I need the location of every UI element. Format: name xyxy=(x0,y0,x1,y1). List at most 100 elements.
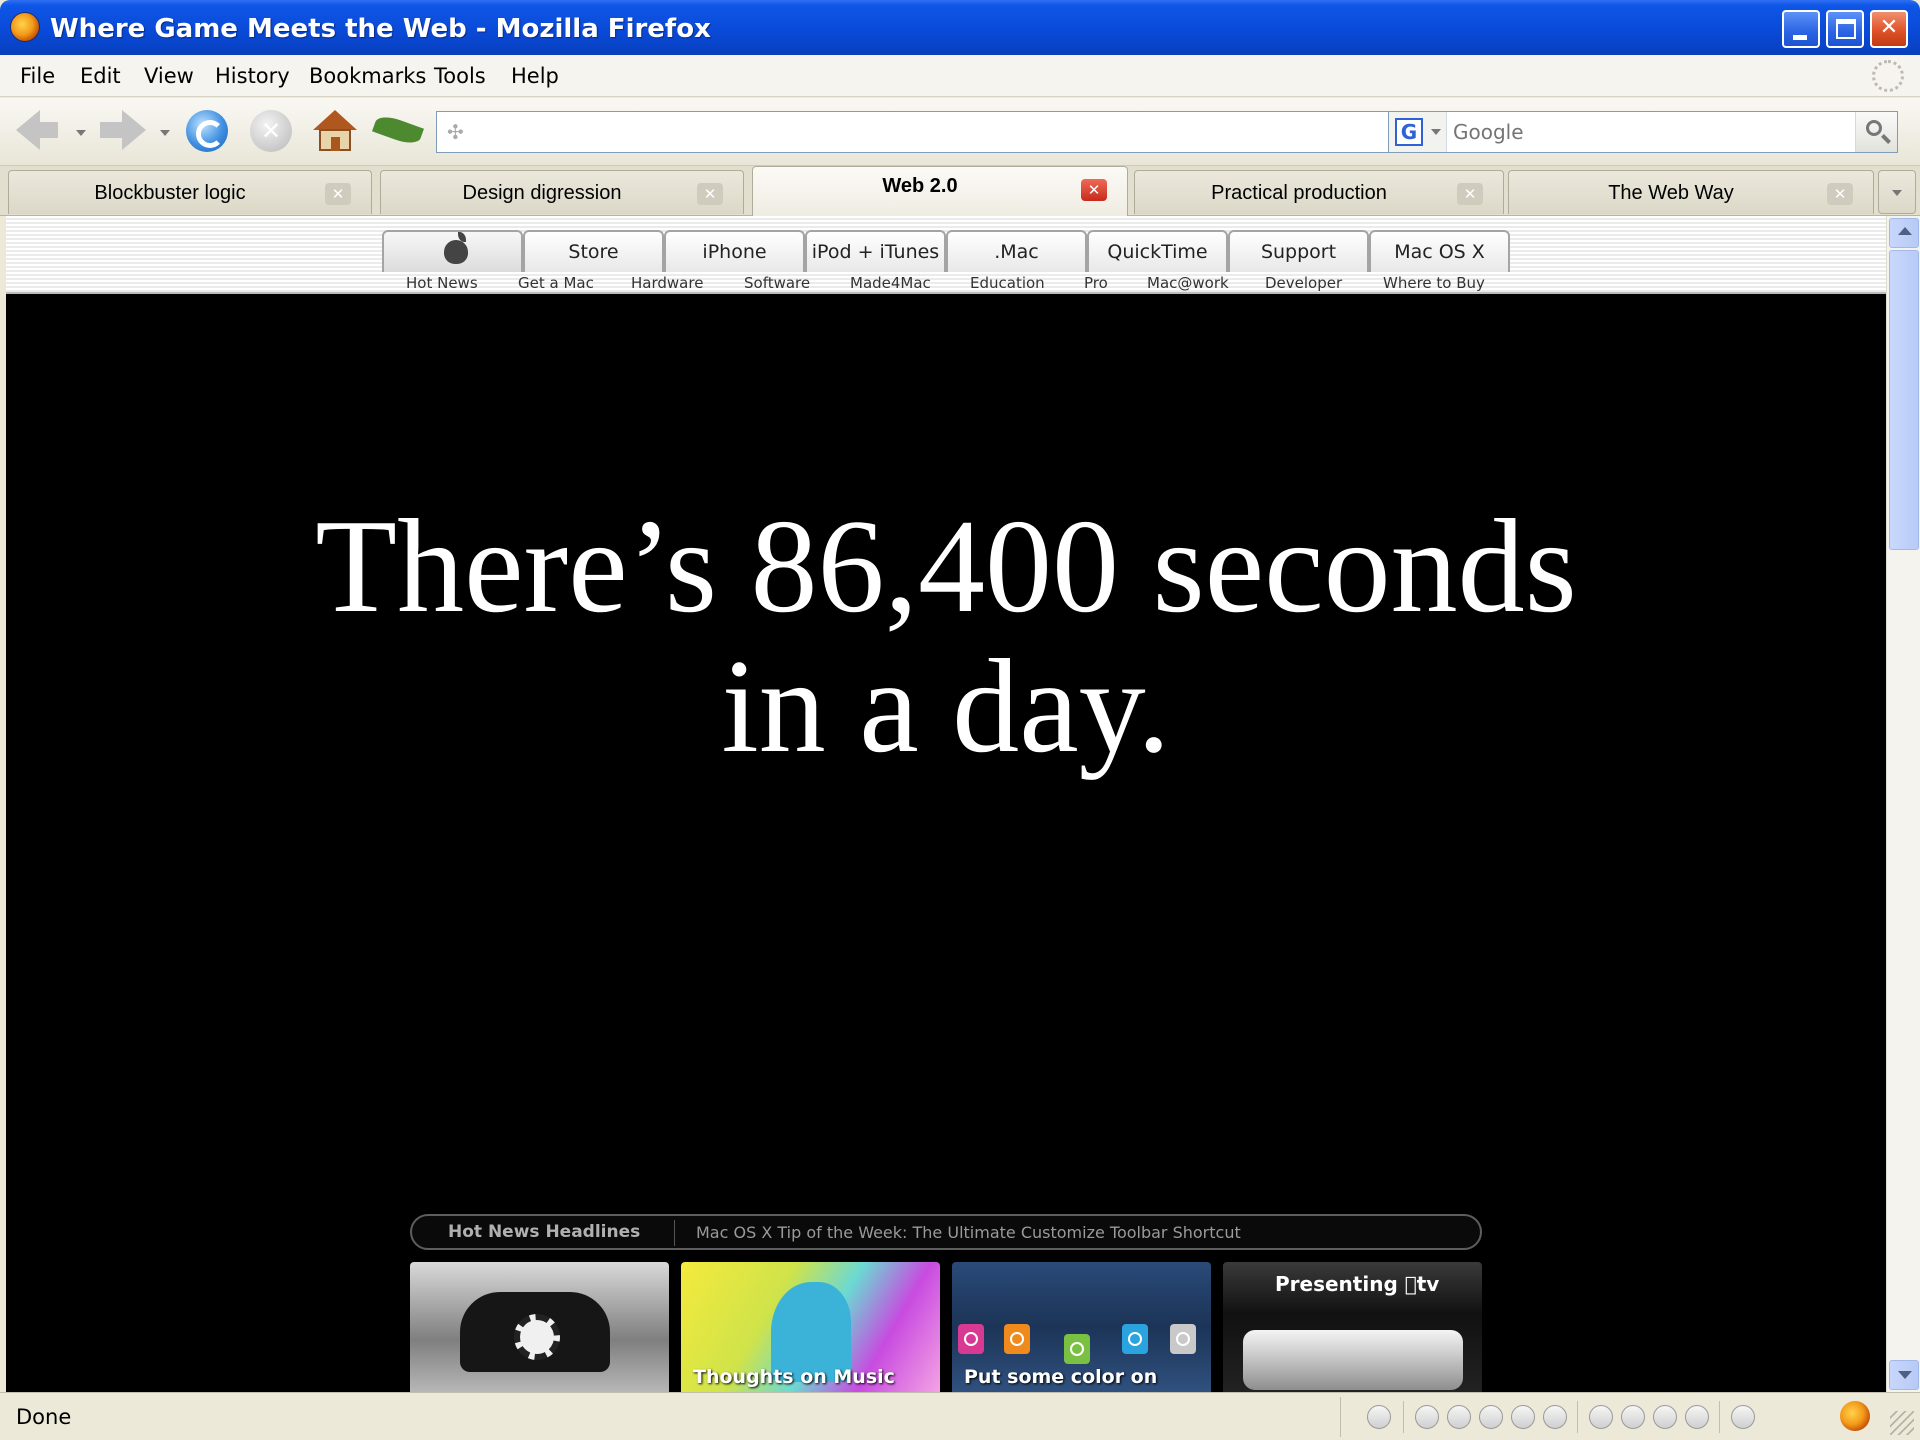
back-arrow-tail xyxy=(36,122,58,138)
hot-news-ticker[interactable]: Hot News Headlines Mac OS X Tip of the W… xyxy=(410,1214,1482,1250)
resize-grip[interactable] xyxy=(1890,1411,1914,1435)
tab-the-web-way[interactable]: The Web Way ✕ xyxy=(1508,170,1874,214)
tab-web-2-0[interactable]: Web 2.0 ✕ xyxy=(752,166,1128,216)
close-button[interactable]: ✕ xyxy=(1870,10,1908,48)
firefox-status-icon[interactable] xyxy=(1840,1401,1870,1431)
tab-close-icon[interactable]: ✕ xyxy=(1827,183,1853,205)
nav-tab-quicktime[interactable]: QuickTime xyxy=(1087,230,1228,272)
next-track-icon[interactable] xyxy=(1543,1405,1567,1429)
volume-down-icon[interactable] xyxy=(1685,1405,1709,1429)
tab-label: Web 2.0 xyxy=(882,175,958,197)
home-roof xyxy=(313,110,357,130)
status-bar: Done xyxy=(0,1392,1920,1440)
status-text: Done xyxy=(16,1405,72,1429)
chevron-down-icon xyxy=(1431,129,1441,135)
tab-close-icon[interactable]: ✕ xyxy=(325,183,351,205)
subnav-hardware[interactable]: Hardware xyxy=(631,274,703,292)
home-icon[interactable] xyxy=(312,108,358,154)
tab-design-digression[interactable]: Design digression ✕ xyxy=(380,170,744,214)
apple-home-tab[interactable] xyxy=(382,230,523,272)
tab-practical-production[interactable]: Practical production ✕ xyxy=(1134,170,1504,214)
volume-up-icon[interactable] xyxy=(1653,1405,1677,1429)
forward-icon[interactable] xyxy=(122,110,146,150)
media-divider xyxy=(1577,1401,1578,1433)
nav-tab-mac[interactable]: .Mac xyxy=(946,230,1087,272)
leaf-icon[interactable] xyxy=(372,112,424,148)
stop-track-icon[interactable] xyxy=(1511,1405,1535,1429)
menu-bookmarks[interactable]: Bookmarks xyxy=(309,64,426,88)
subnav-where-to-buy[interactable]: Where to Buy xyxy=(1383,274,1485,292)
google-icon: G xyxy=(1395,118,1423,146)
maximize-icon xyxy=(1836,19,1856,39)
chevron-up-icon xyxy=(1898,227,1912,235)
menu-help[interactable]: Help xyxy=(511,64,559,88)
nav-tab-mac-os-x[interactable]: Mac OS X xyxy=(1369,230,1510,272)
subnav-mac-at-work[interactable]: Mac@work xyxy=(1147,274,1229,292)
promo-ipod-shuffle[interactable]: Put some color on xyxy=(952,1262,1211,1392)
back-history-chevron-icon[interactable] xyxy=(76,130,86,136)
nav-tab-store[interactable]: Store xyxy=(523,230,664,272)
close-icon: ✕ xyxy=(1879,15,1899,40)
ipod-shuffle-blue xyxy=(1122,1324,1148,1354)
scroll-thumb[interactable] xyxy=(1889,250,1919,550)
search-engine-selector[interactable]: G xyxy=(1389,112,1447,152)
menu-bar: File Edit View History Bookmarks Tools H… xyxy=(0,55,1920,97)
promo-title-apple-tv: Presenting tv xyxy=(1275,1272,1439,1296)
headline-line-1: There’s 86,400 seconds xyxy=(315,492,1577,640)
tab-blockbuster-logic[interactable]: Blockbuster logic ✕ xyxy=(8,170,372,214)
hot-news-headline-link[interactable]: Mac OS X Tip of the Week: The Ultimate C… xyxy=(696,1223,1241,1242)
menu-file[interactable]: File xyxy=(20,64,55,88)
previous-track-icon[interactable] xyxy=(1415,1405,1439,1429)
promo-telephone[interactable] xyxy=(410,1262,669,1392)
subnav-developer[interactable]: Developer xyxy=(1265,274,1342,292)
tab-strip: Blockbuster logic ✕ Design digression ✕ … xyxy=(0,166,1920,216)
pause-icon[interactable] xyxy=(1479,1405,1503,1429)
tab-close-icon[interactable]: ✕ xyxy=(697,183,723,205)
search-bar[interactable]: G xyxy=(1388,111,1898,153)
window-title: Where Game Meets the Web - Mozilla Firef… xyxy=(50,14,711,44)
search-icon xyxy=(1866,120,1882,136)
vertical-scrollbar[interactable] xyxy=(1886,216,1920,1392)
page-icon: ✣ xyxy=(447,120,464,144)
subnav-hot-news[interactable]: Hot News xyxy=(406,274,478,292)
nav-tab-support[interactable]: Support xyxy=(1228,230,1369,272)
minimize-icon xyxy=(1793,35,1807,40)
subnav-education[interactable]: Education xyxy=(970,274,1045,292)
nav-tab-ipod-itunes[interactable]: iPod + iTunes xyxy=(805,230,946,272)
ipod-shuffle-pink xyxy=(958,1324,984,1354)
throbber-icon xyxy=(1872,60,1904,92)
tab-close-icon[interactable]: ✕ xyxy=(1081,179,1107,201)
firefox-icon xyxy=(10,12,40,42)
tab-label: The Web Way xyxy=(1608,182,1734,204)
subnav-software[interactable]: Software xyxy=(744,274,810,292)
itunes-icon[interactable] xyxy=(1367,1405,1391,1429)
promo-thoughts-on-music[interactable]: Thoughts on Music xyxy=(681,1262,940,1392)
scroll-down-button[interactable] xyxy=(1889,1360,1919,1390)
reload-icon[interactable] xyxy=(186,110,228,152)
maximize-button[interactable] xyxy=(1826,10,1864,48)
promo-apple-tv[interactable]: Presenting tv xyxy=(1223,1262,1482,1392)
minimize-button[interactable] xyxy=(1782,10,1820,48)
subnav-made4mac[interactable]: Made4Mac xyxy=(850,274,931,292)
ipod-shuffle-green xyxy=(1064,1334,1090,1364)
subnav-get-a-mac[interactable]: Get a Mac xyxy=(518,274,594,292)
search-input[interactable] xyxy=(1453,116,1833,148)
scroll-up-button[interactable] xyxy=(1889,218,1919,248)
nav-tab-iphone[interactable]: iPhone xyxy=(664,230,805,272)
menu-view[interactable]: View xyxy=(144,64,194,88)
subnav-pro[interactable]: Pro xyxy=(1084,274,1108,292)
music-note-icon[interactable] xyxy=(1589,1405,1613,1429)
eject-icon[interactable] xyxy=(1621,1405,1645,1429)
chevron-down-icon xyxy=(1892,190,1902,196)
forward-history-chevron-icon[interactable] xyxy=(160,130,170,136)
stop-icon[interactable]: ✕ xyxy=(250,110,292,152)
tab-list-button[interactable] xyxy=(1878,170,1916,214)
menu-history[interactable]: History xyxy=(215,64,290,88)
media-controls xyxy=(1340,1397,1820,1437)
menu-edit[interactable]: Edit xyxy=(80,64,121,88)
menu-tools[interactable]: Tools xyxy=(434,64,486,88)
play-icon[interactable] xyxy=(1447,1405,1471,1429)
speaker-icon[interactable] xyxy=(1731,1405,1755,1429)
search-button[interactable] xyxy=(1855,112,1897,152)
tab-close-icon[interactable]: ✕ xyxy=(1457,183,1483,205)
